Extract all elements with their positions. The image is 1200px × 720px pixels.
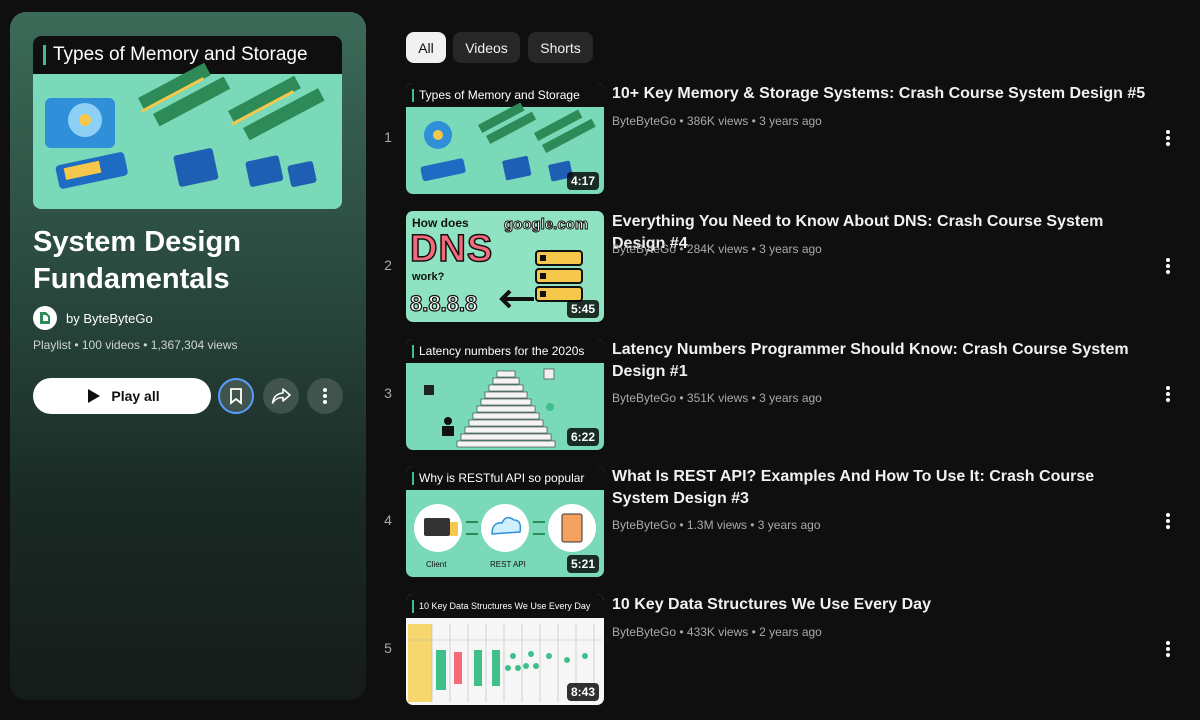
video-meta: ByteByteGo • 351K views • 3 years ago bbox=[612, 391, 822, 405]
video-index: 3 bbox=[384, 385, 392, 401]
video-thumbnail[interactable]: Types of Memory and Storage 4:17 bbox=[406, 83, 604, 194]
playlist-owner[interactable]: by ByteByteGo bbox=[33, 306, 153, 330]
video-meta: ByteByteGo • 1.3M views • 3 years ago bbox=[612, 518, 821, 532]
chip-shorts[interactable]: Shorts bbox=[528, 32, 593, 63]
video-index: 5 bbox=[384, 640, 392, 656]
video-thumbnail[interactable]: Latency numbers for the 2020s 6:22 bbox=[406, 339, 604, 450]
video-thumbnail[interactable]: How does DNS work? google.com 8.8.8.8 5:… bbox=[406, 211, 604, 322]
playlist-header-panel: Types of Memory and Storage System Desig… bbox=[10, 12, 366, 700]
more-vert-icon bbox=[1166, 130, 1170, 146]
save-playlist-button[interactable] bbox=[218, 378, 254, 414]
memory-storage-illustration bbox=[45, 62, 325, 189]
more-actions-button[interactable] bbox=[307, 378, 343, 414]
play-all-label: Play all bbox=[111, 388, 160, 404]
video-index: 2 bbox=[384, 257, 392, 273]
video-title[interactable]: Latency Numbers Programmer Should Know: … bbox=[612, 339, 1152, 383]
owner-name[interactable]: by ByteByteGo bbox=[66, 311, 153, 326]
bookmark-icon bbox=[230, 388, 242, 405]
thumb-client-label: Client bbox=[426, 560, 447, 569]
bytebytego-logo-icon bbox=[40, 312, 50, 324]
video-title[interactable]: 10+ Key Memory & Storage Systems: Crash … bbox=[612, 83, 1152, 105]
video-index: 1 bbox=[384, 129, 392, 145]
video-meta: ByteByteGo • 386K views • 3 years ago bbox=[612, 114, 822, 128]
video-meta: ByteByteGo • 433K views • 2 years ago bbox=[612, 625, 822, 639]
video-menu-button[interactable] bbox=[1156, 251, 1180, 281]
more-vert-icon bbox=[323, 388, 327, 404]
video-index: 4 bbox=[384, 512, 392, 528]
thumb-restapi-label: REST API bbox=[490, 560, 526, 569]
playlist-meta: Playlist • 100 videos • 1,367,304 views bbox=[33, 338, 238, 352]
share-icon bbox=[271, 388, 291, 404]
video-thumbnail[interactable]: 10 Key Data Structures We Use Every Day bbox=[406, 594, 604, 705]
video-duration: 5:21 bbox=[566, 555, 599, 573]
channel-avatar[interactable] bbox=[33, 306, 57, 330]
playlist-video-row[interactable]: 3 Latency numbers for the 2020s 6:22 Lat… bbox=[374, 339, 1184, 451]
chip-label: All bbox=[418, 39, 434, 56]
more-vert-icon bbox=[1166, 258, 1170, 274]
video-menu-button[interactable] bbox=[1156, 123, 1180, 153]
chip-videos[interactable]: Videos bbox=[453, 32, 520, 63]
playlist-video-row[interactable]: 1 Types of Memory and Storage 4:17 10+ K… bbox=[374, 83, 1184, 195]
video-duration: 4:17 bbox=[566, 172, 599, 190]
more-vert-icon bbox=[1166, 513, 1170, 529]
share-button[interactable] bbox=[263, 378, 299, 414]
more-vert-icon bbox=[1166, 386, 1170, 402]
video-duration: 8:43 bbox=[566, 683, 599, 701]
video-menu-button[interactable] bbox=[1156, 379, 1180, 409]
thumb-dns-ip: 8.8.8.8 bbox=[409, 290, 478, 316]
video-duration: 6:22 bbox=[566, 428, 599, 446]
playlist-video-row[interactable]: 5 10 Key Data Structures We Use Every Da… bbox=[374, 594, 1184, 706]
more-vert-icon bbox=[1166, 641, 1170, 657]
video-menu-button[interactable] bbox=[1156, 634, 1180, 664]
chip-label: Videos bbox=[465, 39, 508, 56]
video-title[interactable]: What Is REST API? Examples And How To Us… bbox=[612, 466, 1152, 510]
video-meta: ByteByteGo • 284K views • 3 years ago bbox=[612, 242, 822, 256]
chip-label: Shorts bbox=[540, 39, 581, 56]
playlist-cover-thumbnail[interactable]: Types of Memory and Storage bbox=[33, 36, 342, 209]
playlist-video-row[interactable]: 2 How does DNS work? google.com 8.8.8.8 … bbox=[374, 211, 1184, 323]
video-menu-button[interactable] bbox=[1156, 506, 1180, 536]
playlist-title: System Design Fundamentals bbox=[33, 226, 241, 295]
play-icon bbox=[88, 389, 101, 403]
video-title[interactable]: 10 Key Data Structures We Use Every Day bbox=[612, 594, 1152, 616]
video-duration: 5:45 bbox=[566, 300, 599, 318]
video-thumbnail[interactable]: Why is RESTful API so popular Client RES… bbox=[406, 466, 604, 577]
chip-all[interactable]: All bbox=[406, 32, 446, 63]
playlist-video-row[interactable]: 4 Why is RESTful API so popular Client R… bbox=[374, 466, 1184, 578]
play-all-button[interactable]: Play all bbox=[33, 378, 211, 414]
